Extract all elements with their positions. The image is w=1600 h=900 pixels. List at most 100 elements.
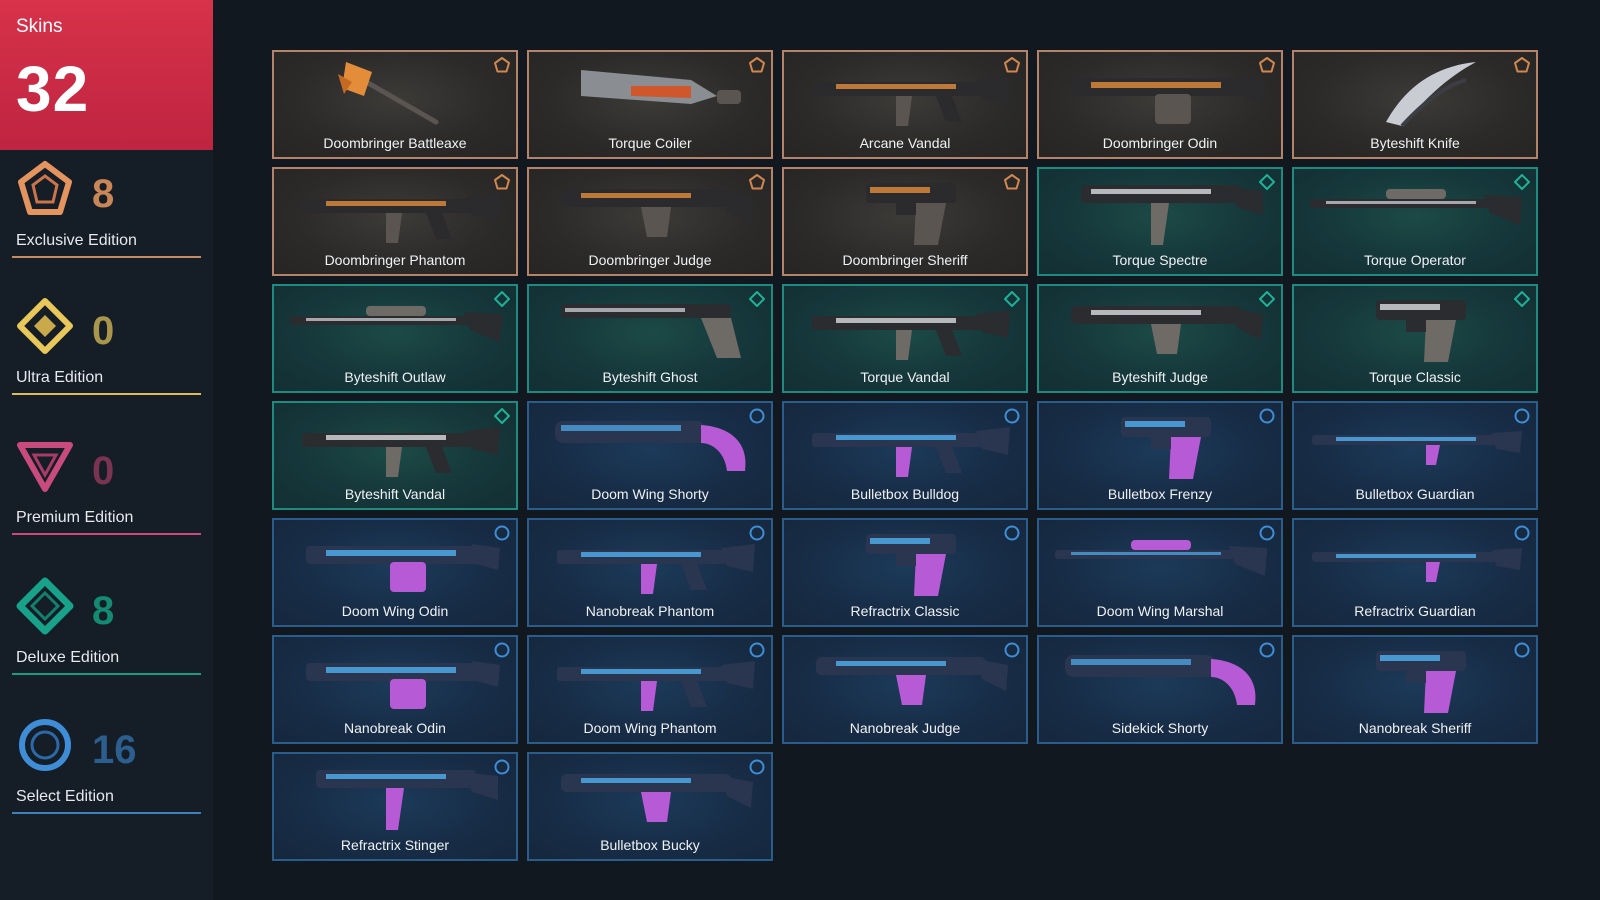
skin-name: Doombringer Odin (1102, 135, 1218, 151)
skin-card[interactable]: Byteshift Outlaw (272, 284, 518, 393)
skin-name: Doombringer Judge (588, 252, 712, 268)
deluxe-tier-icon (493, 407, 511, 425)
skin-grid: Doombringer Battleaxe Torque Coiler Arca… (272, 50, 1538, 861)
skin-card[interactable]: Doombringer Sheriff (782, 167, 1028, 276)
skin-name: Bulletbox Frenzy (1107, 486, 1213, 502)
tier-row-deluxe[interactable]: 8 Deluxe Edition (12, 577, 201, 677)
skin-card[interactable]: Byteshift Vandal (272, 401, 518, 510)
skin-name: Bulletbox Bucky (600, 837, 700, 853)
tier-row-exclusive[interactable]: 8 Exclusive Edition (12, 160, 201, 260)
weapon-skin-image (796, 641, 1014, 717)
skin-name: Doombringer Sheriff (842, 252, 968, 268)
skin-name: Doom Wing Marshal (1096, 603, 1224, 619)
skin-name: Refractrix Stinger (340, 837, 450, 853)
skin-card[interactable]: Nanobreak Odin (272, 635, 518, 744)
skin-card[interactable]: Torque Vandal (782, 284, 1028, 393)
exclusive-tier-icon (493, 173, 511, 191)
select-tier-icon (493, 758, 511, 776)
exclusive-tier-icon (1003, 173, 1021, 191)
skin-name: Byteshift Knife (1370, 135, 1460, 151)
weapon-skin-image (796, 173, 1014, 249)
skin-card[interactable]: Doombringer Battleaxe (272, 50, 518, 159)
tier-label: Deluxe Edition (16, 649, 120, 666)
skin-card[interactable]: Torque Operator (1292, 167, 1538, 276)
tier-count: 0 (92, 449, 115, 493)
select-tier-icon (1513, 641, 1531, 659)
skin-card[interactable]: Doom Wing Shorty (527, 401, 773, 510)
skin-card[interactable]: Byteshift Ghost (527, 284, 773, 393)
weapon-skin-image (1051, 173, 1269, 249)
skin-name: Torque Classic (1369, 369, 1461, 385)
skin-card[interactable]: Byteshift Knife (1292, 50, 1538, 159)
weapon-skin-image (286, 56, 504, 132)
skin-name: Byteshift Ghost (602, 369, 698, 385)
skin-card[interactable]: Torque Spectre (1037, 167, 1283, 276)
total-skins-card: Skins 32 (0, 0, 213, 150)
weapon-skin-image (541, 758, 759, 834)
deluxe-tier-icon (493, 290, 511, 308)
exclusive-tier-icon (493, 56, 511, 74)
skin-card[interactable]: Refractrix Stinger (272, 752, 518, 861)
tier-label: Premium Edition (16, 509, 134, 526)
total-skins-count: 32 (16, 53, 90, 125)
select-edition-icon (19, 719, 71, 771)
skin-card[interactable]: Byteshift Judge (1037, 284, 1283, 393)
tier-count: 8 (92, 172, 115, 216)
exclusive-tier-icon (1258, 56, 1276, 74)
skin-name: Nanobreak Judge (849, 720, 961, 736)
deluxe-tier-icon (1258, 173, 1276, 191)
skin-card[interactable]: Bulletbox Guardian (1292, 401, 1538, 510)
skin-name: Torque Operator (1364, 252, 1466, 268)
tier-row-premium[interactable]: 0 Premium Edition (12, 437, 201, 537)
select-tier-icon (748, 758, 766, 776)
skin-card[interactable]: Torque Classic (1292, 284, 1538, 393)
exclusive-tier-icon (748, 173, 766, 191)
select-tier-icon (493, 641, 511, 659)
weapon-skin-image (1051, 290, 1269, 366)
select-tier-icon (1258, 407, 1276, 425)
skin-card[interactable]: Nanobreak Sheriff (1292, 635, 1538, 744)
skin-card[interactable]: Doom Wing Odin (272, 518, 518, 627)
deluxe-edition-icon (16, 577, 74, 635)
select-tier-icon (1258, 641, 1276, 659)
skin-name: Refractrix Classic (850, 603, 960, 619)
weapon-skin-image (1051, 56, 1269, 132)
skin-card[interactable]: Bulletbox Bulldog (782, 401, 1028, 510)
exclusive-tier-icon (1513, 56, 1531, 74)
weapon-skin-image (541, 524, 759, 600)
skin-card[interactable]: Doombringer Phantom (272, 167, 518, 276)
skin-card[interactable]: Nanobreak Judge (782, 635, 1028, 744)
skin-card[interactable]: Refractrix Classic (782, 518, 1028, 627)
skin-card[interactable]: Torque Coiler (527, 50, 773, 159)
premium-edition-icon (17, 442, 73, 492)
skin-card[interactable]: Nanobreak Phantom (527, 518, 773, 627)
tier-row-ultra[interactable]: 0 Ultra Edition (12, 297, 201, 397)
select-tier-icon (1258, 524, 1276, 542)
skin-name: Nanobreak Odin (344, 720, 446, 736)
skin-name: Refractrix Guardian (1354, 603, 1476, 619)
skin-card[interactable]: Doom Wing Marshal (1037, 518, 1283, 627)
skin-name: Byteshift Judge (1112, 369, 1208, 385)
weapon-skin-image (1306, 641, 1524, 717)
select-tier-icon (748, 407, 766, 425)
tier-count: 0 (92, 309, 115, 353)
skin-card[interactable]: Bulletbox Frenzy (1037, 401, 1283, 510)
skin-card[interactable]: Doom Wing Phantom (527, 635, 773, 744)
skin-name: Nanobreak Sheriff (1358, 720, 1472, 736)
skin-card[interactable]: Bulletbox Bucky (527, 752, 773, 861)
weapon-skin-image (286, 758, 504, 834)
skin-card[interactable]: Refractrix Guardian (1292, 518, 1538, 627)
skin-card[interactable]: Doombringer Odin (1037, 50, 1283, 159)
tier-count: 16 (92, 728, 137, 772)
skin-name: Doom Wing Odin (341, 603, 449, 619)
tier-row-select[interactable]: 16 Select Edition (12, 716, 201, 816)
skin-card[interactable]: Arcane Vandal (782, 50, 1028, 159)
skin-card[interactable]: Doombringer Judge (527, 167, 773, 276)
skin-name: Torque Vandal (860, 369, 950, 385)
tier-underline (12, 393, 201, 395)
skin-card[interactable]: Sidekick Shorty (1037, 635, 1283, 744)
deluxe-tier-icon (1513, 290, 1531, 308)
select-tier-icon (1003, 524, 1021, 542)
weapon-skin-image (286, 173, 504, 249)
select-tier-icon (748, 641, 766, 659)
